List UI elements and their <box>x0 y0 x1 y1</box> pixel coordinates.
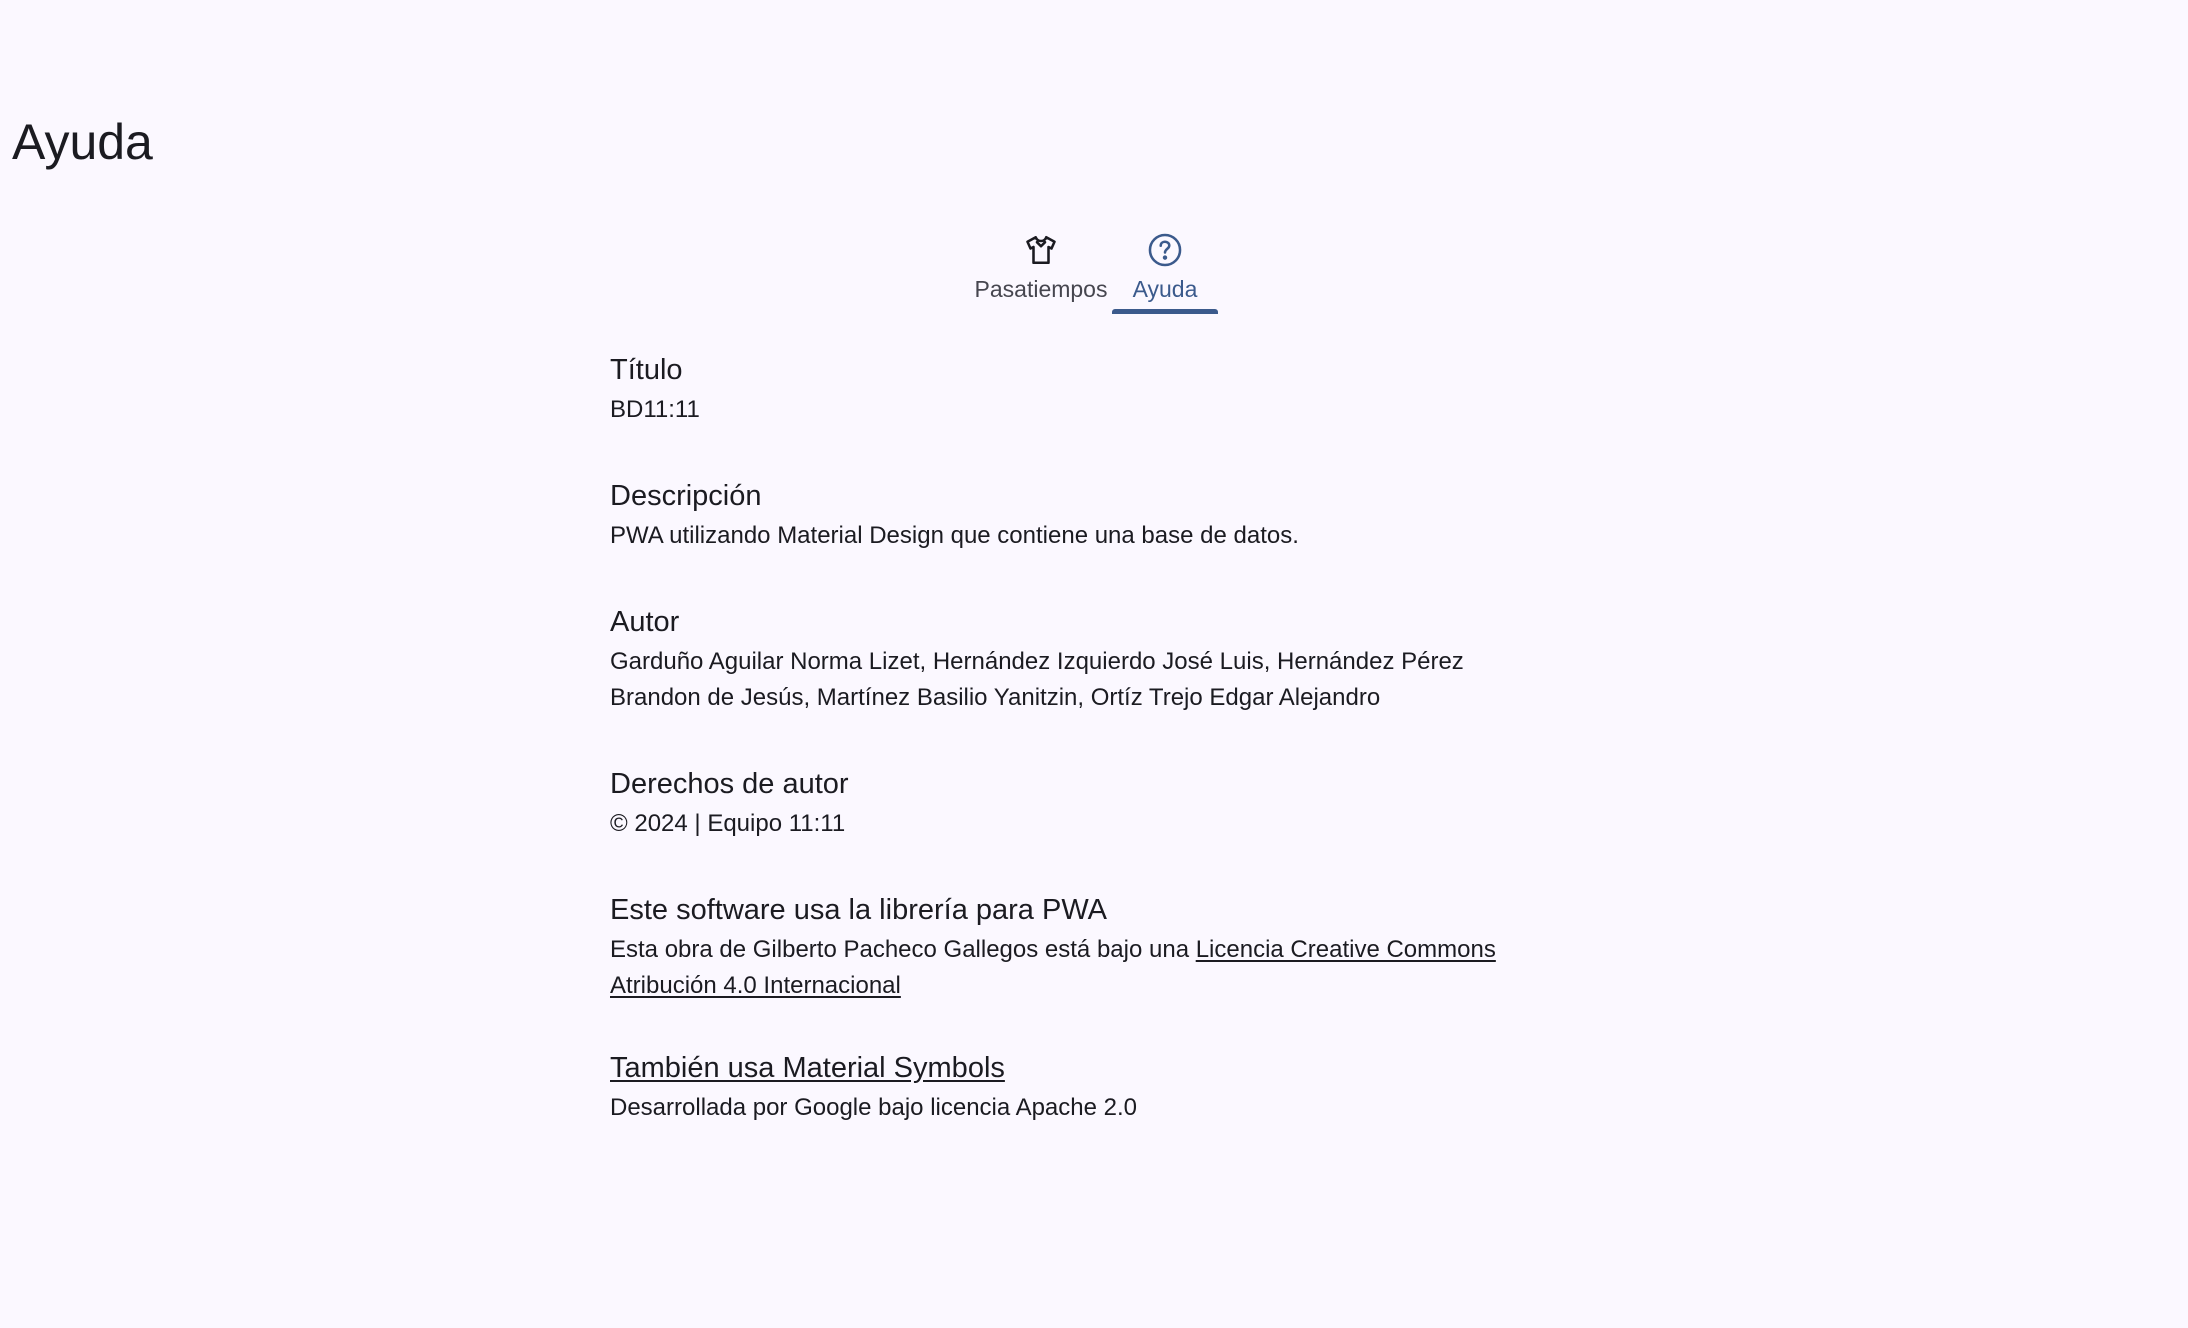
section-body: Esta obra de Gilberto Pacheco Gallegos e… <box>610 932 1530 1004</box>
section-autor: Autor Garduño Aguilar Norma Lizet, Herná… <box>610 602 1530 716</box>
tab-pasatiempos-label: Pasatiempos <box>974 276 1108 302</box>
section-pwa-library: Este software usa la librería para PWA E… <box>610 890 1530 1004</box>
section-body: Desarrollada por Google bajo licencia Ap… <box>610 1094 1138 1121</box>
active-tab-indicator <box>1112 309 1218 314</box>
help-circle-icon <box>1145 230 1185 270</box>
page-title: Ayuda <box>12 114 153 170</box>
section-derechos: Derechos de autor © 2024 | Equipo 11:11 <box>610 764 1530 842</box>
section-heading: Autor <box>610 606 680 638</box>
section-body: © 2024 | Equipo 11:11 <box>610 810 846 837</box>
section-titulo: Título BD11:11 <box>610 350 1530 428</box>
section-body: Garduño Aguilar Norma Lizet, Hernández I… <box>610 648 1464 711</box>
section-body: BD11:11 <box>610 396 700 423</box>
section-heading: También usa Material Symbols <box>610 1048 1530 1088</box>
tab-ayuda-label: Ayuda <box>1132 276 1198 302</box>
section-descripcion: Descripción PWA utilizando Material Desi… <box>610 476 1530 554</box>
section-heading: Derechos de autor <box>610 768 849 800</box>
section-heading: Este software usa la librería para PWA <box>610 894 1107 926</box>
section-heading: Descripción <box>610 480 762 512</box>
license-text: Esta obra de Gilberto Pacheco Gallegos e… <box>610 936 1196 963</box>
tab-ayuda[interactable]: Ayuda <box>1112 222 1218 314</box>
section-material-symbols: También usa Material Symbols Desarrollad… <box>610 1048 1530 1126</box>
tab-bar: Pasatiempos Ayuda <box>0 222 2188 314</box>
tshirt-icon <box>1021 230 1061 270</box>
section-heading: Título <box>610 354 683 386</box>
help-content: Título BD11:11 Descripción PWA utilizand… <box>610 350 1530 1174</box>
tab-pasatiempos[interactable]: Pasatiempos <box>970 222 1112 314</box>
material-symbols-link[interactable]: También usa Material Symbols <box>610 1052 1005 1084</box>
section-body: PWA utilizando Material Design que conti… <box>610 522 1299 549</box>
